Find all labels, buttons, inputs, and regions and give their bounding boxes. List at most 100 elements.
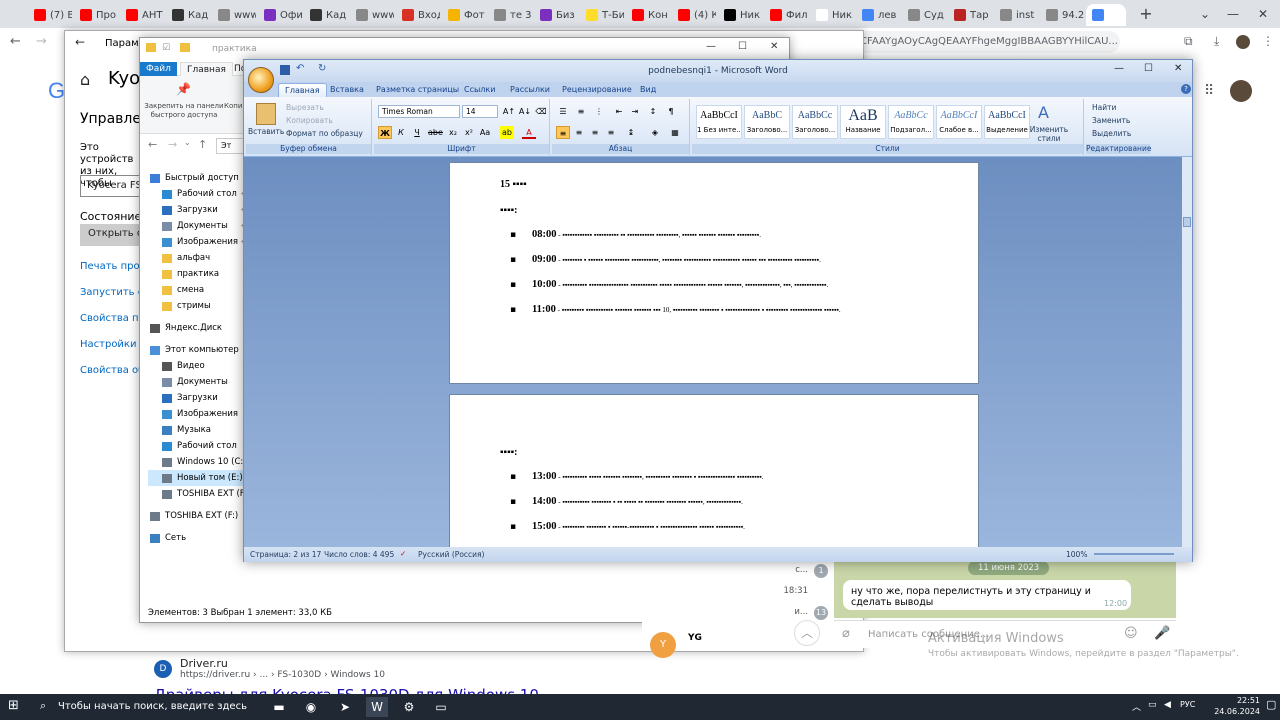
- schedule-item[interactable]: 15:00 - ▪▪▪▪▪▪▪▪▪ ▪▪▪▪▪▪▪▪ ▪ ▪▪▪▪▪▪-▪▪▪▪…: [532, 521, 932, 534]
- change-styles-icon[interactable]: A: [1038, 103, 1049, 122]
- tree-item[interactable]: Изображения: [148, 406, 248, 422]
- new-folder-icon[interactable]: [180, 43, 190, 52]
- undo-icon[interactable]: ↶: [296, 63, 304, 74]
- tree-item[interactable]: TOSHIBA EXT (F:): [148, 508, 248, 524]
- tab-review[interactable]: Рецензирование: [556, 83, 638, 97]
- office-button[interactable]: [248, 67, 274, 93]
- nav-up-icon[interactable]: ↑: [198, 138, 207, 151]
- align-center-icon[interactable]: ≡: [572, 126, 586, 139]
- settings-taskbar-icon[interactable]: ⚙: [398, 697, 420, 717]
- browser-tab[interactable]: Биз: [534, 4, 578, 26]
- word-minimize-icon[interactable]: —: [1114, 63, 1124, 74]
- chrome-dropdown-icon[interactable]: ⌄: [1190, 4, 1220, 24]
- schedule-item[interactable]: 13:00 - ▪▪▪▪▪▪▪▪▪▪ ▪▪▪▪▪ ▪▪▪▪▪▪▪ ▪▪▪▪▪▪▪…: [532, 471, 932, 484]
- browser-tab[interactable]: inst: [994, 4, 1038, 26]
- contact-name[interactable]: YG: [688, 633, 702, 643]
- close-icon[interactable]: ✕: [1248, 4, 1278, 24]
- tree-item[interactable]: Windows 10 (C:): [148, 454, 248, 470]
- settings-back-icon[interactable]: ←: [75, 35, 85, 49]
- shrink-font-icon[interactable]: A↓: [518, 105, 532, 118]
- word-count[interactable]: Число слов: 4 495: [324, 550, 394, 559]
- style-option[interactable]: AaB Название: [840, 105, 886, 139]
- save-icon[interactable]: [280, 65, 290, 75]
- line-spacing-icon[interactable]: ↨: [624, 126, 638, 139]
- borders-icon[interactable]: ▦: [668, 126, 682, 139]
- tab-view[interactable]: Вид: [634, 83, 662, 97]
- download-icon[interactable]: ⤓: [1214, 34, 1219, 49]
- profile-avatar[interactable]: [1236, 35, 1250, 49]
- subscript-icon[interactable]: x₂: [446, 126, 460, 139]
- chrome-taskbar-icon[interactable]: ◉: [300, 697, 322, 717]
- scroll-up-icon[interactable]: ︿: [794, 620, 820, 646]
- schedule-item[interactable]: 08:00 - ▪▪▪▪▪▪▪▪▪▪▪▪ ▪▪▪▪▪▪▪▪▪▪ ▪▪ ▪▪▪▪▪…: [532, 229, 932, 242]
- bold-icon[interactable]: Ж: [378, 126, 392, 139]
- volume-icon[interactable]: ◀: [1164, 700, 1171, 710]
- result-site-name[interactable]: Driver.ru: [180, 657, 228, 670]
- google-logo[interactable]: G: [48, 78, 65, 104]
- bullets-icon[interactable]: ☰: [556, 105, 570, 118]
- browser-tab[interactable]: Про: [74, 4, 118, 26]
- paste-button[interactable]: Вставить: [248, 127, 284, 136]
- device-select[interactable]: Kyocera FS-1: [80, 175, 140, 197]
- menu-icon[interactable]: ⋮: [1262, 34, 1274, 48]
- settings-link-print-prefs[interactable]: Настройки пе: [80, 339, 140, 350]
- attach-icon[interactable]: ⌀: [842, 626, 850, 641]
- nav-forward-icon[interactable]: →: [168, 138, 177, 151]
- start-windows-icon[interactable]: ⊞: [8, 698, 19, 713]
- select-button[interactable]: Выделить: [1092, 129, 1131, 138]
- tree-item[interactable]: Видео: [148, 358, 248, 374]
- language-status[interactable]: Русский (Россия): [418, 550, 484, 559]
- contact-avatar[interactable]: Y: [650, 632, 676, 658]
- address-bar[interactable]: CFAAYgAOyCAgQEAAYFhgeMggIBBAAGBYYHilCAU.…: [820, 31, 1120, 53]
- tree-item[interactable]: Сеть: [148, 530, 248, 546]
- font-color-icon[interactable]: A: [522, 126, 536, 139]
- help-icon[interactable]: ?: [1181, 84, 1191, 94]
- tab-home[interactable]: Главная: [278, 83, 327, 97]
- browser-tab[interactable]: Кад: [304, 4, 348, 26]
- replace-button[interactable]: Заменить: [1092, 116, 1130, 125]
- cut-button[interactable]: Вырезать: [286, 103, 324, 112]
- schedule-item[interactable]: 10:00 - ▪▪▪▪▪▪▪▪▪▪ ▪▪▪▪▪▪▪▪▪▪▪▪▪▪▪▪ ▪▪▪▪…: [532, 279, 932, 292]
- word-taskbar-icon[interactable]: W: [366, 697, 388, 717]
- browser-tab[interactable]: (7) В: [28, 4, 72, 26]
- window-taskbar-icon[interactable]: ▭: [430, 697, 452, 717]
- new-tab-button[interactable]: +: [1136, 4, 1156, 24]
- tree-item[interactable]: Документы✦: [148, 218, 248, 234]
- emoji-icon[interactable]: ☺: [1124, 626, 1138, 641]
- browser-tab[interactable]: Тар: [948, 4, 992, 26]
- redo-icon[interactable]: ↻: [318, 63, 326, 74]
- tree-item[interactable]: Музыка: [148, 422, 248, 438]
- decrease-indent-icon[interactable]: ⇤: [612, 105, 626, 118]
- format-painter-button[interactable]: Формат по образцу: [286, 129, 363, 138]
- tree-item[interactable]: Загрузки✦: [148, 202, 248, 218]
- chat-message[interactable]: ну что же, пора перелистнуть и эту стран…: [843, 580, 1131, 610]
- tree-item[interactable]: Быстрый доступ: [148, 170, 248, 186]
- tab-home[interactable]: Главная: [180, 62, 233, 76]
- italic-icon[interactable]: К: [394, 126, 408, 139]
- notifications-icon[interactable]: ▢: [1266, 698, 1276, 711]
- schedule-item[interactable]: 09:00 - ▪▪▪▪▪▪▪▪ ▪ ▪▪▪▪▪▪ ▪▪▪▪▪▪▪▪▪▪ ▪▪▪…: [532, 254, 932, 267]
- minimize-icon[interactable]: —: [1218, 4, 1248, 24]
- tray-chevron-icon[interactable]: ︿: [1132, 700, 1141, 713]
- style-option[interactable]: AaBbCcI 1 Без инте...: [696, 105, 742, 139]
- tab-file[interactable]: Файл: [140, 62, 177, 76]
- browser-tab[interactable]: лев: [856, 4, 900, 26]
- tree-item[interactable]: стримы: [148, 298, 248, 314]
- telegram-taskbar-icon[interactable]: ➤: [334, 697, 356, 717]
- style-option[interactable]: AaBbCcI Выделение: [984, 105, 1030, 139]
- document-scrollbar[interactable]: [1182, 157, 1192, 547]
- tree-item[interactable]: Новый том (E:): [148, 470, 248, 486]
- browser-tab[interactable]: [1086, 4, 1126, 26]
- zoom-level[interactable]: 100%: [1066, 550, 1087, 559]
- strikethrough-icon[interactable]: abe: [428, 126, 443, 139]
- tree-item[interactable]: практика: [148, 266, 248, 282]
- tab-page-layout[interactable]: Разметка страницы: [370, 83, 465, 97]
- back-icon[interactable]: ←: [10, 34, 21, 49]
- browser-tab[interactable]: Т-Би: [580, 4, 624, 26]
- highlight-icon[interactable]: ab: [500, 126, 514, 139]
- tree-item[interactable]: Этот компьютер: [148, 342, 248, 358]
- zoom-slider[interactable]: [1094, 553, 1174, 555]
- tab-references[interactable]: Ссылки: [458, 83, 501, 97]
- browser-tab[interactable]: АНТ: [120, 4, 164, 26]
- multilevel-list-icon[interactable]: ⋮: [592, 105, 606, 118]
